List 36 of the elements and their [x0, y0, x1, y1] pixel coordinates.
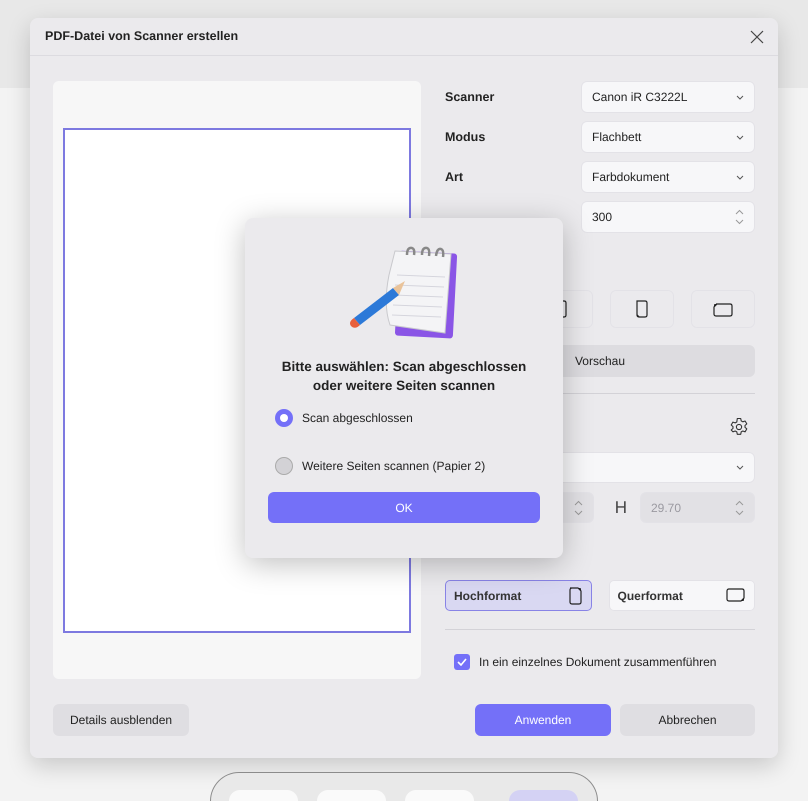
page-icon [725, 586, 746, 604]
orientation-button[interactable] [610, 290, 674, 328]
dropdown-field[interactable]: Flachbett [581, 121, 755, 153]
orientation-option[interactable]: Querformat [608, 580, 755, 611]
radio-button[interactable] [275, 409, 293, 427]
radio-button[interactable] [275, 457, 293, 475]
radio-label: Scan abgeschlossen [302, 410, 413, 427]
settings-icon[interactable] [729, 417, 749, 437]
spinner-arrows-icon[interactable] [735, 209, 744, 225]
radio-label: Weitere Seiten scannen (Papier 2) [302, 458, 486, 475]
orientation-button[interactable] [691, 290, 755, 328]
page-icon [568, 586, 582, 604]
orientation-option[interactable]: Hochformat [445, 580, 592, 611]
field-label: H [614, 496, 627, 519]
checkmark-icon [457, 658, 467, 666]
dropdown-field[interactable]: Canon iR C3222L [581, 81, 755, 113]
apply-button[interactable]: Anwenden [475, 704, 611, 736]
field-label: Modus [445, 128, 486, 146]
number-field[interactable]: 300 [581, 201, 755, 233]
close-icon[interactable] [750, 30, 764, 44]
chevron-down-icon [736, 134, 744, 140]
checkbox[interactable] [454, 654, 470, 670]
window-title: PDF-Datei von Scanner erstellen [45, 28, 238, 46]
chevron-down-icon [736, 174, 744, 180]
secondary-button[interactable]: Details ausblenden [53, 704, 190, 736]
ok-button[interactable]: OK [268, 492, 540, 523]
dropdown-field[interactable]: Farbdokument [581, 161, 755, 193]
checkbox-label: In ein einzelnes Dokument zusammenführen [479, 654, 716, 671]
field-label: Art [445, 168, 464, 186]
field-label: Scanner [445, 88, 496, 106]
number-field: 29.70 [640, 492, 755, 523]
chevron-down-icon [736, 94, 744, 100]
spinner-arrows-icon[interactable] [574, 500, 583, 516]
chevron-down-icon [736, 465, 744, 470]
secondary-button[interactable]: Abbrechen [620, 704, 755, 736]
page-icon [634, 300, 650, 318]
